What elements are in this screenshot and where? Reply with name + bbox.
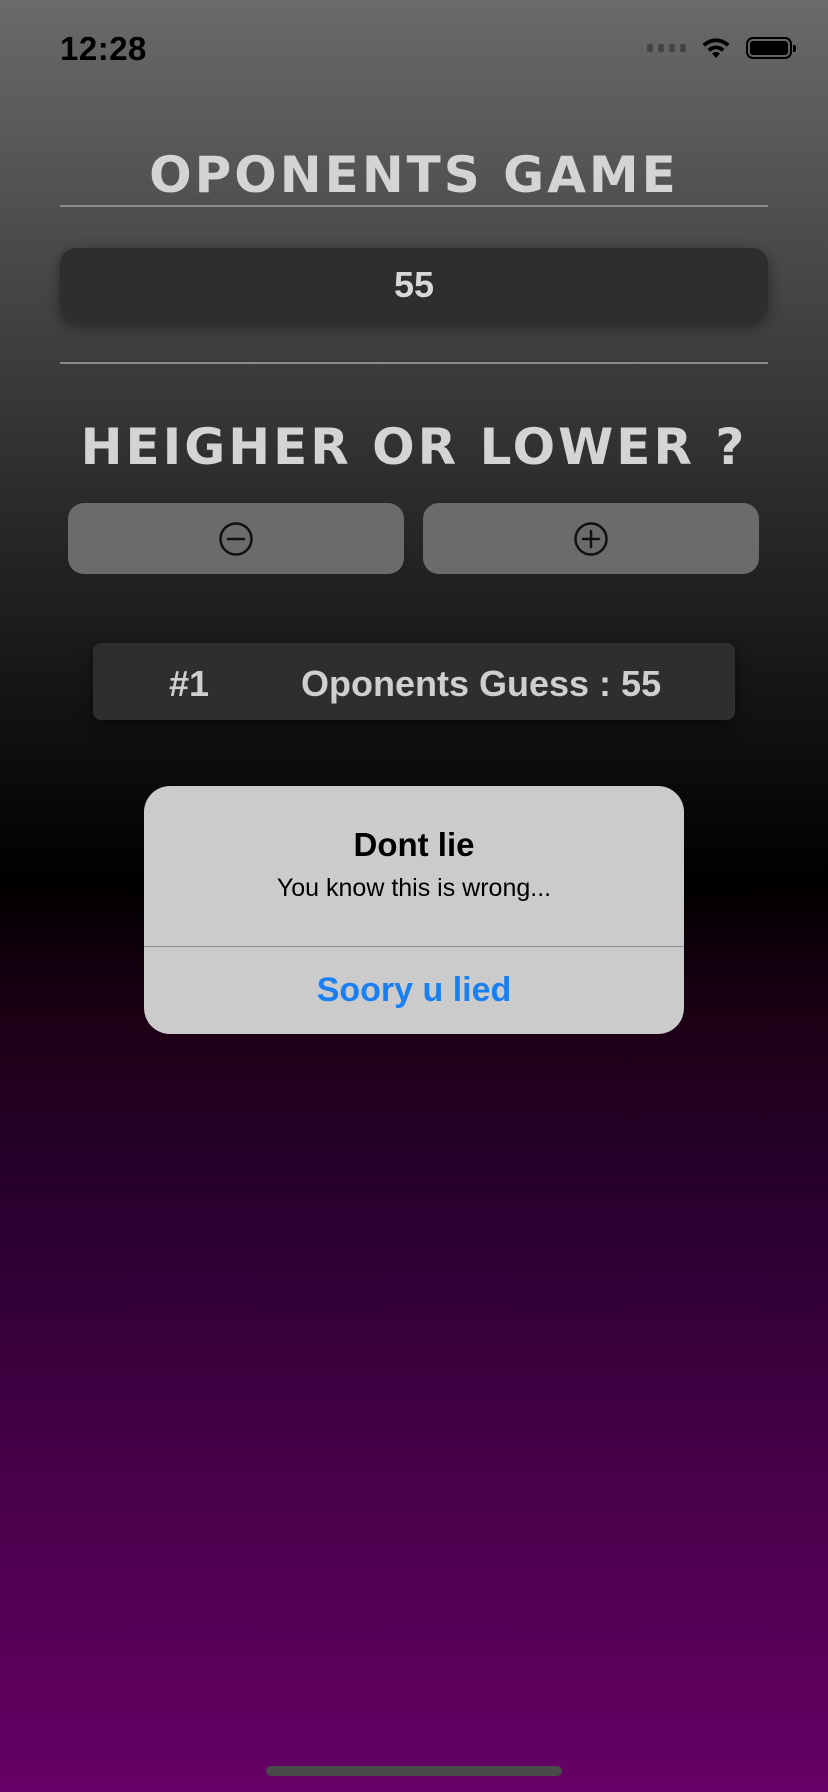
alert-action-button[interactable]: Soory u lied [144,946,684,1034]
status-time: 12:28 [60,30,147,67]
page-title: OPONENTS GAME [149,146,679,204]
lower-button[interactable] [68,503,404,574]
title-divider [60,205,768,207]
higher-lower-prompt: HEIGHER OR LOWER ? [80,418,748,476]
list-item: #1 Oponents Guess : 55 [93,643,735,720]
number-divider [60,362,768,364]
alert-dialog: Dont lie You know this is wrong... Soory… [144,786,684,1034]
status-icons [647,36,796,60]
higher-button[interactable] [423,503,759,574]
home-indicator[interactable] [266,1766,562,1776]
current-number-value: 55 [393,264,435,305]
guess-index: #1 [169,663,210,704]
current-number-display: 55 [60,248,768,322]
guess-text: Oponents Guess : 55 [301,663,662,704]
battery-icon [746,37,796,59]
alert-title: Dont lie [353,826,475,863]
minus-circle-icon [219,521,253,556]
wifi-icon [702,38,730,58]
plus-circle-icon [574,521,608,556]
alert-message: You know this is wrong... [276,874,552,902]
signal-icon [647,44,686,52]
